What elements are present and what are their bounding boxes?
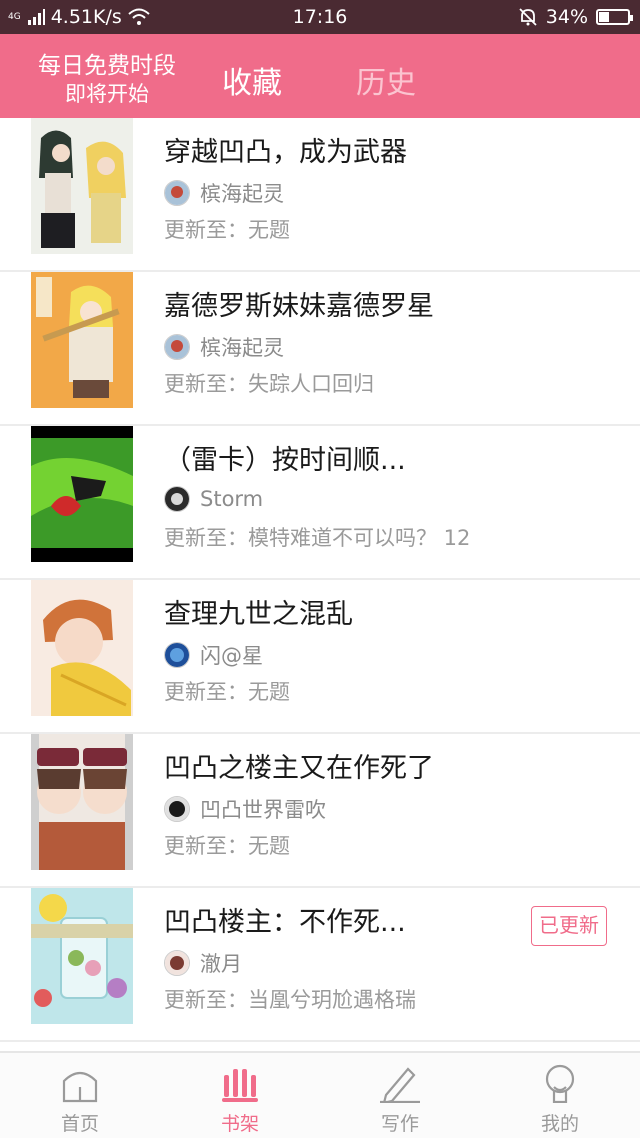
- item-title: 查理九世之混乱: [164, 599, 353, 630]
- item-author: 闪@星: [164, 640, 263, 670]
- item-author: 凹凸世界雷吹: [164, 794, 326, 824]
- nav-home-label: 首页: [60, 1113, 99, 1135]
- free-period-subtitle: 即将开始: [65, 82, 149, 106]
- mute-bell-icon: [519, 8, 537, 26]
- item-title: 嘉德罗斯妹妹嘉德罗星: [164, 291, 434, 322]
- top-header: 每日免费时段 即将开始 收藏 历史: [0, 34, 640, 118]
- list-item[interactable]: （雷卡）按时间顺... Storm 更新至：模特难道不可以吗？ 12: [0, 426, 640, 580]
- list-item[interactable]: 凹凸楼主：不作死... 澈月 更新至：当凰兮玥尬遇格瑞 已更新: [0, 888, 640, 1042]
- nav-write-label: 写作: [380, 1113, 419, 1135]
- bookshelf-list: 穿越凹凸，成为武器 槟海起灵 更新至：无题 嘉德罗斯妹妹嘉德罗星 槟海起灵 更新…: [0, 118, 640, 1042]
- author-avatar: [164, 796, 190, 822]
- author-avatar: [164, 642, 190, 668]
- author-avatar: [164, 180, 190, 206]
- cover-image: [31, 426, 133, 562]
- battery-icon: [596, 9, 633, 25]
- item-author: 槟海起灵: [164, 178, 284, 208]
- home-icon: [62, 1071, 98, 1103]
- item-title: 凹凸之楼主又在作死了: [164, 753, 434, 784]
- battery-percent: 34%: [545, 6, 588, 28]
- item-author: 澈月: [164, 948, 242, 978]
- cover-image: [31, 580, 133, 716]
- nav-write[interactable]: 写作: [320, 1061, 480, 1136]
- free-period-title: 每日免费时段: [38, 53, 176, 79]
- author-name: Storm: [200, 487, 264, 511]
- bottom-nav: 首页 书架 写作 我的: [0, 1051, 640, 1138]
- item-latest-chapter: 更新至：无题: [164, 834, 290, 858]
- item-latest-chapter: 更新至：当凰兮玥尬遇格瑞: [164, 988, 416, 1012]
- tab-history[interactable]: 历史: [356, 58, 416, 102]
- status-bar: 4G 4.51K/s 17:16 34%: [0, 0, 640, 34]
- item-title: （雷卡）按时间顺...: [164, 445, 406, 476]
- item-latest-chapter: 更新至：无题: [164, 680, 290, 704]
- nav-me-label: 我的: [540, 1113, 579, 1135]
- item-title: 穿越凹凸，成为武器: [164, 137, 407, 168]
- bookshelf-icon: [222, 1069, 258, 1102]
- item-author: 槟海起灵: [164, 332, 284, 362]
- nav-bookshelf-label: 书架: [220, 1113, 259, 1135]
- author-avatar: [164, 334, 190, 360]
- author-name: 澈月: [200, 952, 242, 976]
- item-latest-chapter: 更新至：模特难道不可以吗？ 12: [164, 526, 471, 550]
- author-name: 槟海起灵: [200, 336, 284, 360]
- list-item[interactable]: 穿越凹凸，成为武器 槟海起灵 更新至：无题: [0, 118, 640, 272]
- cover-image: [31, 888, 133, 1024]
- list-item[interactable]: 查理九世之混乱 闪@星 更新至：无题: [0, 580, 640, 734]
- list-item[interactable]: 嘉德罗斯妹妹嘉德罗星 槟海起灵 更新至：失踪人口回归: [0, 272, 640, 426]
- battery-fill: [599, 12, 609, 22]
- author-name: 闪@星: [200, 644, 263, 668]
- cover-image: [31, 272, 133, 408]
- nav-bookshelf[interactable]: 书架: [160, 1061, 320, 1136]
- item-latest-chapter: 更新至：失踪人口回归: [164, 372, 374, 396]
- author-name: 凹凸世界雷吹: [200, 798, 326, 822]
- free-period-banner[interactable]: 每日免费时段 即将开始: [22, 52, 192, 108]
- cover-image: [31, 118, 133, 254]
- updated-badge: 已更新: [531, 906, 607, 946]
- nav-me[interactable]: 我的: [480, 1061, 640, 1136]
- author-name: 槟海起灵: [200, 182, 284, 206]
- item-author: Storm: [164, 486, 263, 512]
- nav-home[interactable]: 首页: [0, 1061, 160, 1136]
- cover-image: [31, 734, 133, 870]
- item-latest-chapter: 更新至：无题: [164, 218, 290, 242]
- user-icon: [545, 1064, 575, 1103]
- item-title: 凹凸楼主：不作死...: [164, 907, 406, 938]
- list-item[interactable]: 凹凸之楼主又在作死了 凹凸世界雷吹 更新至：无题: [0, 734, 640, 888]
- next-item-cover-peek: [31, 924, 133, 938]
- tab-favorites[interactable]: 收藏: [222, 58, 282, 102]
- author-avatar: [164, 950, 190, 976]
- pencil-icon: [380, 1067, 420, 1103]
- author-avatar: [164, 486, 190, 512]
